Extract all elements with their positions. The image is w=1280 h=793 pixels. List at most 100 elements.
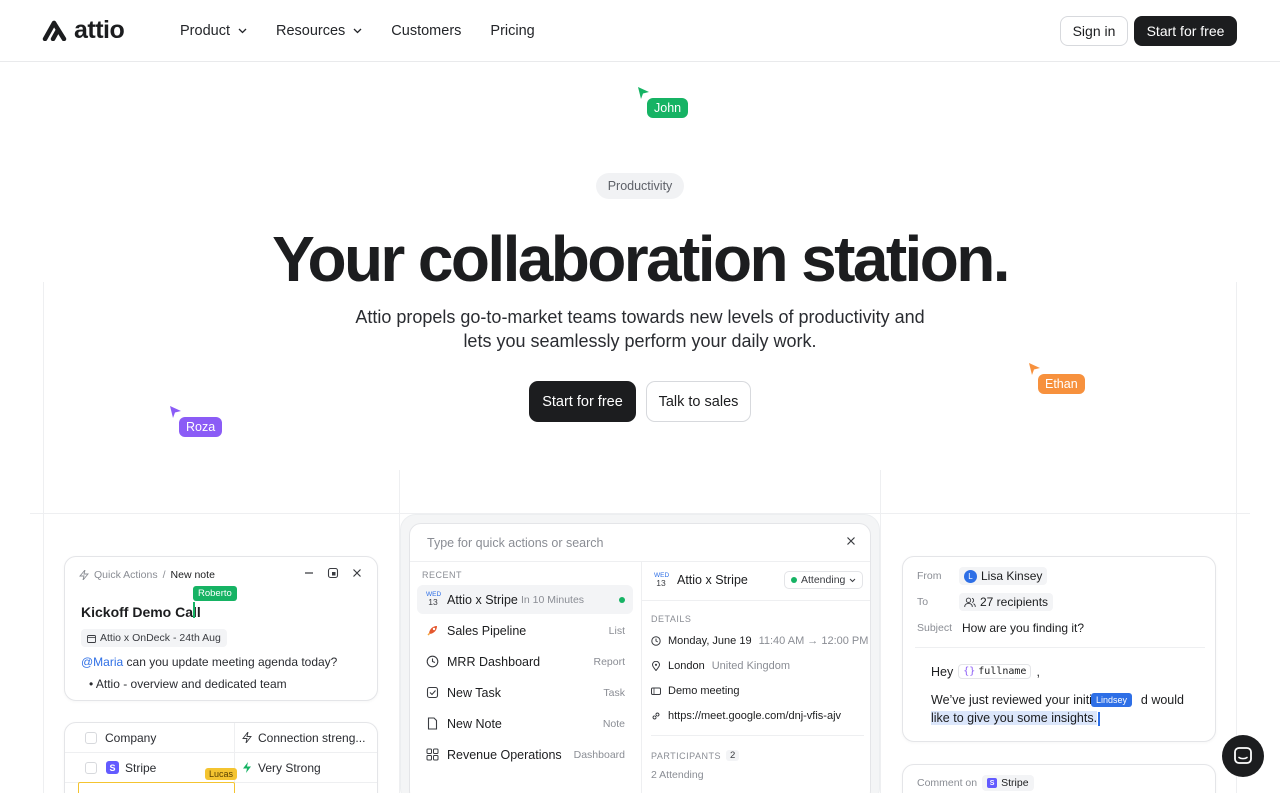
link-icon bbox=[652, 712, 660, 720]
company-name: Stripe bbox=[1001, 777, 1029, 789]
company-chip[interactable]: S Stripe bbox=[982, 775, 1034, 791]
palette-item-sales-pipeline[interactable]: Sales Pipeline List bbox=[417, 616, 633, 645]
talk-to-sales-button[interactable]: Talk to sales bbox=[646, 381, 751, 422]
column-header-company[interactable]: Company bbox=[105, 731, 156, 745]
palette-item-mrr-dashboard[interactable]: MRR Dashboard Report bbox=[417, 647, 633, 676]
close-icon[interactable] bbox=[351, 567, 363, 579]
grid-line bbox=[1236, 282, 1237, 793]
from-field[interactable]: L Lisa Kinsey bbox=[959, 567, 1048, 585]
chevron-down-icon bbox=[850, 578, 856, 582]
selected-cell[interactable] bbox=[78, 782, 235, 793]
collaborator-tag: Lucas bbox=[205, 768, 238, 780]
nav-customers[interactable]: Customers bbox=[391, 23, 461, 39]
to-field[interactable]: 27 recipients bbox=[959, 593, 1054, 611]
event-date-row: Monday, June 19 11:40 AM → 12:00 PM bbox=[651, 635, 868, 647]
greeting-comma: , bbox=[1036, 664, 1040, 679]
subject-field[interactable]: How are you finding it? bbox=[962, 621, 1084, 635]
item-title: Sales Pipeline bbox=[447, 624, 527, 638]
table-header: Company Connection streng... bbox=[65, 723, 377, 793]
row-checkbox[interactable] bbox=[85, 762, 97, 774]
event-date: Monday, June 19 bbox=[668, 635, 752, 647]
chat-icon bbox=[1234, 747, 1252, 764]
from-label: From bbox=[917, 570, 942, 582]
calendar-icon bbox=[87, 634, 96, 643]
sender-chip[interactable]: L Lisa Kinsey bbox=[959, 567, 1048, 585]
event-link-row[interactable]: https://meet.google.com/dnj-vfis-ajv bbox=[651, 710, 841, 722]
nav-pricing[interactable]: Pricing bbox=[490, 23, 534, 39]
body-text: d would bbox=[1140, 693, 1184, 707]
palette-item-new-note[interactable]: New Note Note bbox=[417, 709, 633, 738]
recipients-chip[interactable]: 27 recipients bbox=[959, 593, 1054, 611]
text-caret bbox=[193, 602, 195, 618]
event-time: 11:40 AM → 12:00 PM bbox=[758, 635, 869, 647]
column-header-connection[interactable]: Connection streng... bbox=[258, 731, 365, 745]
variable-name: fullname bbox=[978, 666, 1027, 677]
lightning-icon bbox=[79, 570, 89, 580]
document-icon bbox=[427, 717, 438, 730]
date-chip[interactable]: Attio x OnDeck - 24th Aug bbox=[81, 629, 227, 647]
event-link[interactable]: https://meet.google.com/dnj-vfis-ajv bbox=[668, 710, 841, 722]
details-label: DETAILS bbox=[651, 614, 692, 624]
start-free-nav-button[interactable]: Start for free bbox=[1134, 16, 1237, 46]
event-country: United Kingdom bbox=[711, 660, 790, 672]
nav-pricing-label: Pricing bbox=[490, 23, 535, 39]
nav-product-label: Product bbox=[180, 23, 230, 39]
item-type: Report bbox=[593, 656, 625, 668]
top-nav: attio Product Resources Customers Pricin… bbox=[0, 0, 1280, 62]
calendar-num: 13 bbox=[428, 597, 438, 607]
palette-item-new-task[interactable]: New Task Task bbox=[417, 678, 633, 707]
to-label: To bbox=[917, 596, 929, 608]
divider bbox=[642, 600, 870, 601]
note-bullet: • Attio - overview and dedicated team bbox=[89, 677, 287, 691]
company-table-card: Company Connection streng... S Stripe Lu… bbox=[64, 722, 378, 793]
hero-headline: Your collaboration station. bbox=[272, 223, 1010, 295]
comment-header: Comment on S Stripe bbox=[917, 775, 1034, 791]
expand-icon[interactable] bbox=[327, 567, 339, 579]
attio-logo[interactable]: attio bbox=[42, 15, 125, 44]
participants-count: 2 bbox=[726, 750, 740, 761]
collaborator-tag: Lindsey bbox=[1091, 693, 1133, 707]
table-row[interactable]: S Stripe Lucas Very Strong bbox=[65, 753, 377, 783]
select-all-checkbox[interactable] bbox=[85, 732, 97, 744]
lightning-filled-icon bbox=[243, 762, 251, 773]
attending-count: 2 Attending bbox=[651, 769, 704, 781]
users-icon bbox=[964, 597, 976, 607]
new-note-card: Quick Actions / New note Roberto Kickoff… bbox=[64, 556, 378, 701]
date-chip-label: Attio x OnDeck - 24th Aug bbox=[100, 632, 221, 644]
start-free-hero-button[interactable]: Start for free bbox=[529, 381, 636, 422]
palette-item-attio-stripe[interactable]: WED 13 Attio x Stripe In 10 Minutes bbox=[417, 585, 633, 614]
close-icon[interactable] bbox=[846, 536, 856, 546]
palette-search-input[interactable]: Type for quick actions or search bbox=[427, 536, 603, 550]
category-pill: Productivity bbox=[596, 173, 684, 199]
nav-resources[interactable]: Resources bbox=[276, 23, 362, 39]
comment-card: Comment on S Stripe bbox=[902, 764, 1216, 793]
chevron-down-icon bbox=[238, 28, 247, 34]
item-type: Task bbox=[603, 687, 625, 699]
cursor-label: John bbox=[647, 98, 689, 118]
note-breadcrumb: Quick Actions / New note bbox=[79, 569, 215, 581]
chat-launcher-button[interactable] bbox=[1222, 735, 1264, 777]
sender-name: Lisa Kinsey bbox=[981, 569, 1043, 583]
nav-product[interactable]: Product bbox=[180, 23, 247, 39]
event-title: Attio x Stripe bbox=[677, 573, 748, 587]
logo-text: attio bbox=[74, 15, 125, 44]
breadcrumb-quick-actions[interactable]: Quick Actions bbox=[94, 569, 158, 581]
location-pin-icon bbox=[651, 661, 661, 671]
cursor-arrow-icon bbox=[638, 87, 649, 99]
grid-line bbox=[43, 282, 44, 793]
highlighted-text: like to give you some insights. bbox=[931, 711, 1098, 725]
hero-subtitle-line: lets you seamlessly perform your daily w… bbox=[463, 331, 817, 351]
palette-item-revenue-operations[interactable]: Revenue Operations Dashboard bbox=[417, 740, 633, 769]
attending-dropdown[interactable]: Attending bbox=[784, 571, 864, 589]
body-text: We’ve just reviewed your initia bbox=[931, 693, 1099, 707]
note-title[interactable]: Kickoff Demo Call bbox=[81, 604, 201, 620]
variable-chip[interactable]: {} fullname bbox=[958, 664, 1032, 679]
email-greeting: Hey {} fullname , bbox=[931, 664, 1040, 679]
connection-strength: Very Strong bbox=[258, 761, 321, 775]
recipients-count: 27 recipients bbox=[980, 595, 1049, 609]
mention[interactable]: @Maria bbox=[81, 655, 123, 669]
minimize-icon[interactable] bbox=[303, 567, 315, 579]
sign-in-button[interactable]: Sign in bbox=[1060, 16, 1128, 46]
hero-subtitle-line: Attio propels go-to-market teams towards… bbox=[355, 307, 925, 327]
clock-chart-icon bbox=[426, 655, 439, 668]
